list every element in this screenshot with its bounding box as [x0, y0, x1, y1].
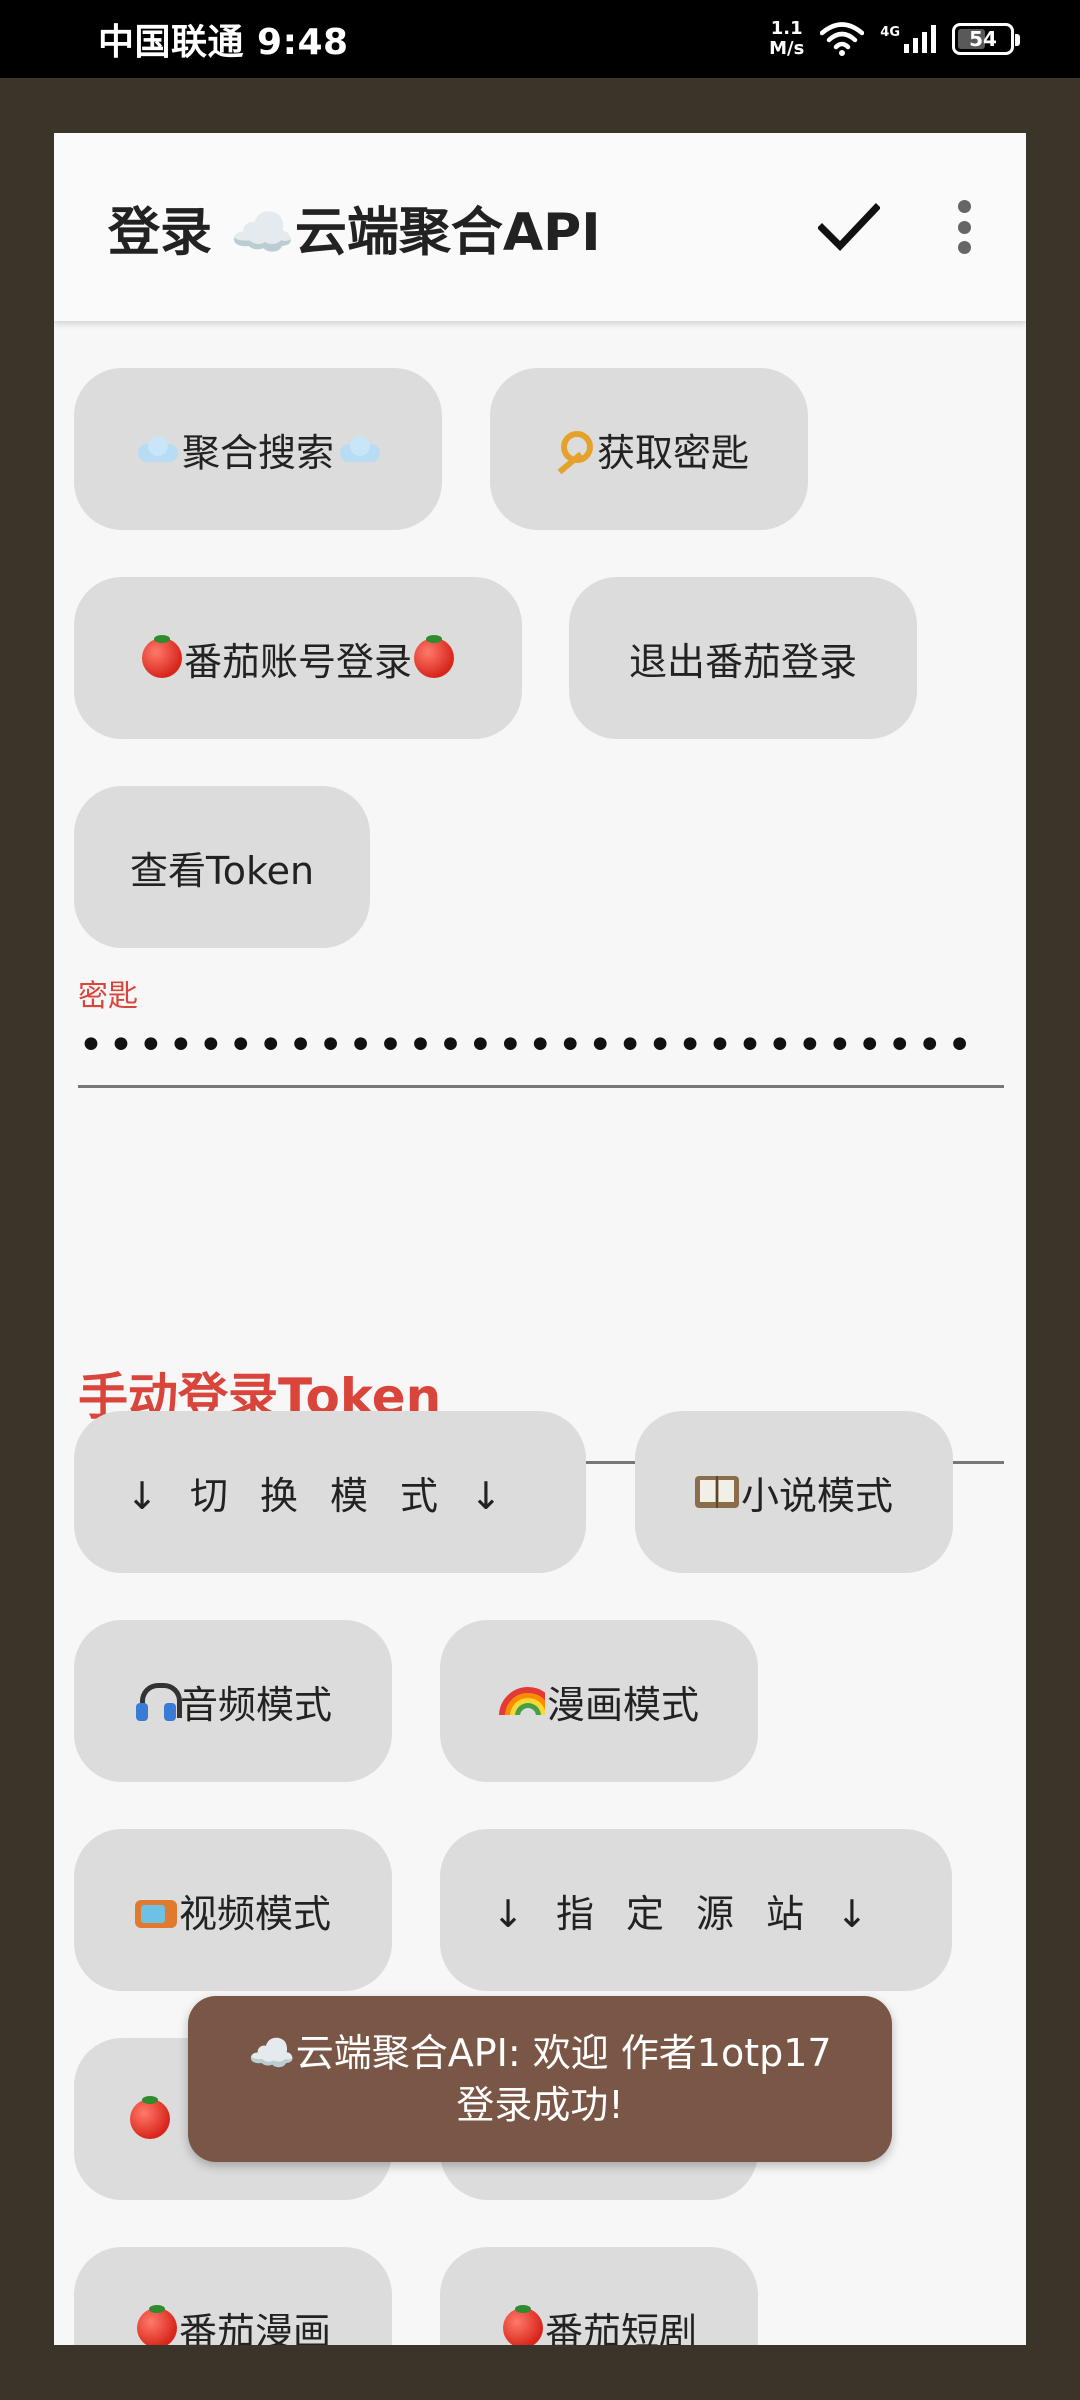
- television-icon: [134, 1892, 177, 1928]
- view-token-button[interactable]: 查看Token: [74, 786, 370, 948]
- tomato-icon: [141, 635, 182, 678]
- check-icon[interactable]: [816, 194, 882, 260]
- wifi-icon: [820, 22, 865, 56]
- key-field-label: 密匙: [78, 979, 138, 1014]
- tomato-logout-button[interactable]: 退出番茄登录: [569, 577, 917, 739]
- rainbow-icon: [498, 1687, 545, 1715]
- key-password-input[interactable]: ••••••••••••••••••••••••••••••: [78, 1011, 1004, 1081]
- tomato-icon: [136, 2305, 177, 2345]
- header-actions: [816, 194, 976, 260]
- speed-value: 1.1: [770, 18, 803, 39]
- navigation-bar: [0, 2346, 1080, 2400]
- cloud-icon: [336, 436, 382, 462]
- dialog-header: 登录 ☁️云端聚合API: [54, 133, 1026, 321]
- book-icon: [694, 1476, 739, 1508]
- speed-unit: M/s: [769, 38, 805, 59]
- tomato-icon: [414, 635, 454, 678]
- battery-level: 54: [969, 27, 997, 51]
- network-speed: 1.1 M/s: [769, 19, 804, 59]
- cellular-signal-icon: 4G: [880, 25, 936, 53]
- cloud-icon: [134, 436, 180, 462]
- key-password-value: ••••••••••••••••••••••••••••••: [78, 1020, 977, 1071]
- battery-icon: 54: [952, 23, 1020, 55]
- network-type: 4G: [880, 25, 900, 40]
- switch-mode-button[interactable]: ↓切换模式↓: [74, 1411, 586, 1573]
- get-key-button[interactable]: 获取密匙: [490, 368, 808, 530]
- check-glyph: [818, 203, 880, 252]
- status-bar: 中国联通 9:48 1.1 M/s 4G 54: [0, 0, 1080, 78]
- key-field-underline: [78, 1085, 1004, 1088]
- audio-mode-button[interactable]: 音频模式: [74, 1620, 392, 1782]
- specify-source-button[interactable]: ↓指定源站↓: [440, 1829, 952, 1991]
- aggregate-search-button[interactable]: 聚合搜索: [74, 368, 442, 530]
- dialog-title: 登录 ☁️云端聚合API: [108, 202, 601, 263]
- tomato-icon: [130, 2096, 170, 2139]
- video-mode-button[interactable]: 视频模式: [74, 1829, 392, 1991]
- tomato-drama-button[interactable]: 番茄短剧: [440, 2247, 758, 2345]
- toast-line-2: 登录成功!: [456, 2083, 624, 2127]
- key-icon: [549, 429, 595, 469]
- tomato-icon: [502, 2305, 543, 2345]
- login-success-toast: ☁️云端聚合API: 欢迎 作者1otp17 登录成功!: [188, 1996, 892, 2162]
- carrier-time: 中国联通 9:48: [98, 22, 349, 63]
- tomato-login-button[interactable]: 番茄账号登录: [74, 577, 522, 739]
- tomato-comic-button[interactable]: 番茄漫画: [74, 2247, 392, 2345]
- more-vert-icon[interactable]: [952, 194, 976, 260]
- status-icons: 1.1 M/s 4G 54: [769, 19, 1020, 59]
- toast-line-1: ☁️云端聚合API: 欢迎 作者1otp17: [248, 2031, 832, 2075]
- novel-mode-button[interactable]: 小说模式: [635, 1411, 953, 1573]
- comic-mode-button[interactable]: 漫画模式: [440, 1620, 758, 1782]
- headphones-icon: [134, 1681, 182, 1721]
